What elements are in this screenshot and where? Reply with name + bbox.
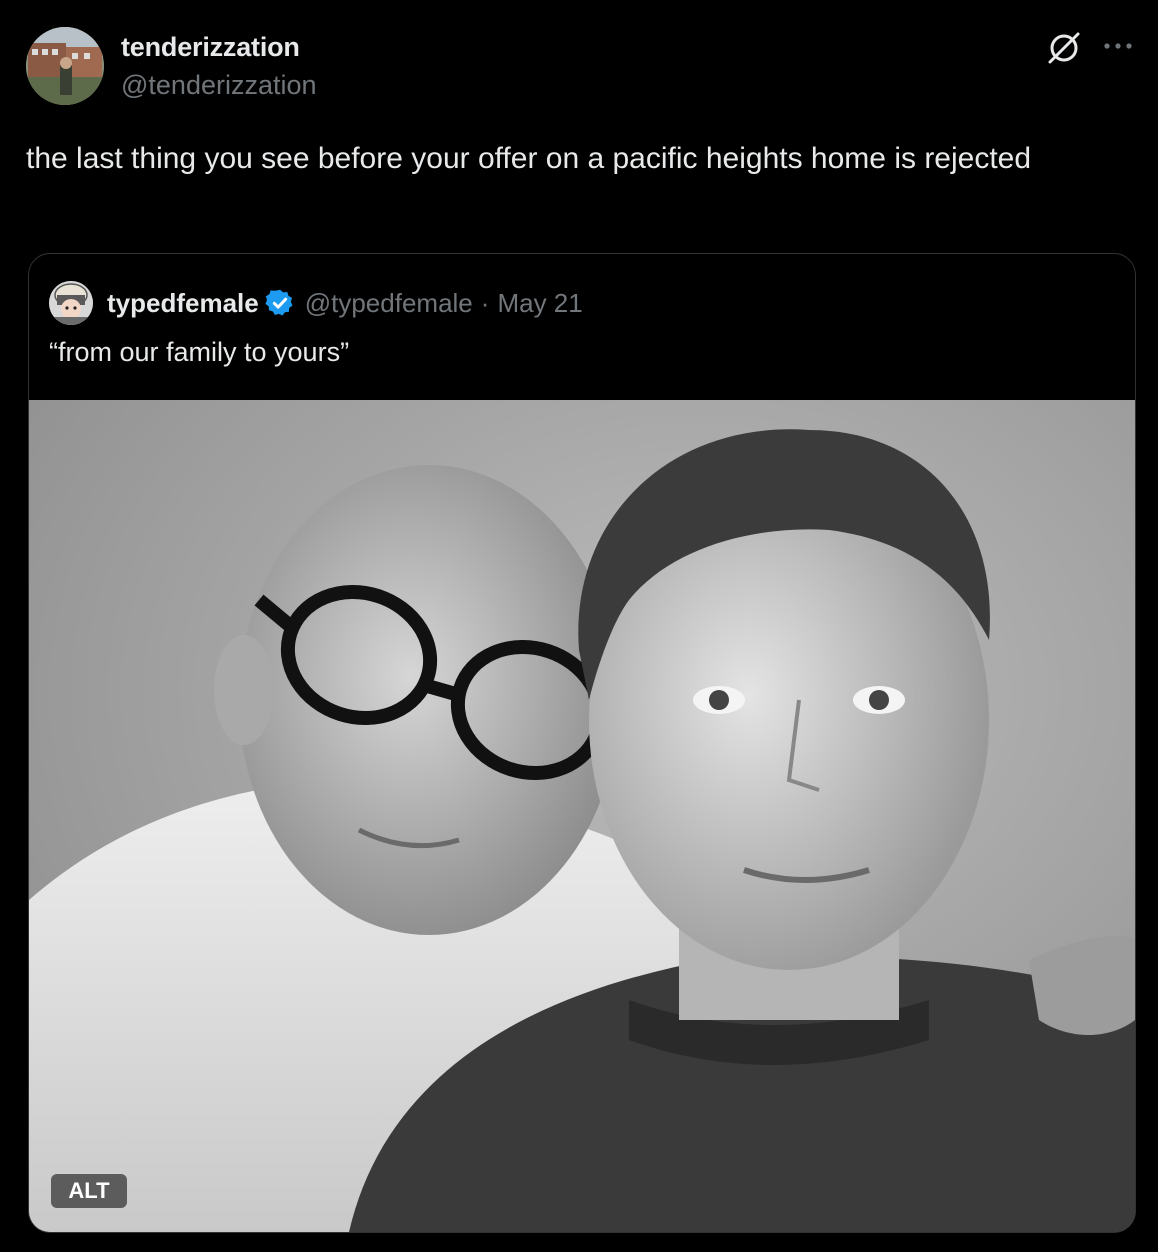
grok-icon[interactable] [1044,28,1084,68]
quoted-tweet-photo[interactable]: ALT [29,400,1135,1232]
author-info: tenderizzation @tenderizzation [121,30,317,102]
tweet: tenderizzation @tenderizzation the last … [0,0,1158,1252]
portrait-photo [29,400,1135,1232]
alt-text-button[interactable]: ALT [51,1174,127,1208]
author-handle[interactable]: @tenderizzation [121,68,317,102]
verified-badge-icon[interactable] [265,288,295,318]
tweet-text: the last thing you see before your offer… [26,142,1032,175]
quoted-author-avatar[interactable] [49,281,93,325]
quoted-author-display-name[interactable]: typedfemale [107,288,259,319]
author-avatar[interactable] [26,27,104,105]
quoted-author-handle[interactable]: @typedfemale [305,288,473,319]
quoted-avatar-photo-icon [49,281,93,325]
separator-dot: · [480,287,490,318]
author-display-name[interactable]: tenderizzation [121,30,317,64]
more-icon[interactable] [1100,34,1136,58]
quoted-tweet[interactable]: typedfemale @typedfemale · May 21 “from … [28,253,1136,1233]
quoted-tweet-text: “from our family to yours” [49,337,350,367]
quoted-tweet-date[interactable]: May 21 [497,288,582,319]
quoted-tweet-header: typedfemale @typedfemale · May 21 [107,283,583,323]
avatar-photo-icon [26,27,104,105]
